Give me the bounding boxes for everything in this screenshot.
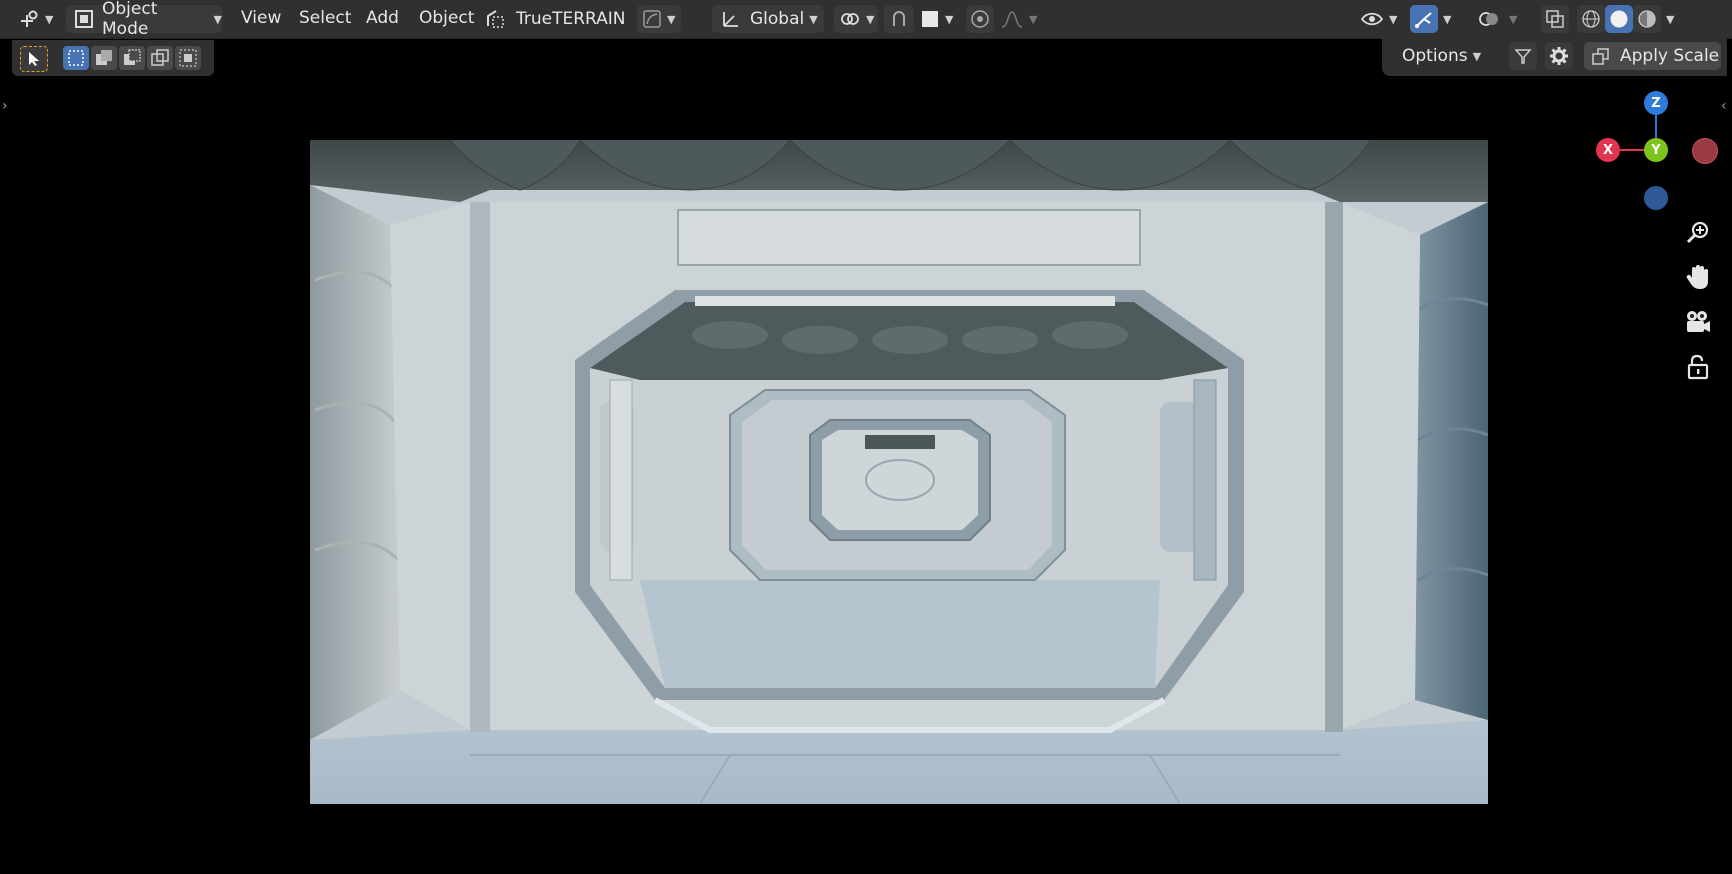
lock-icon [1686,354,1710,380]
trueterrain-menu[interactable]: TrueTERRAIN [480,5,630,33]
apply-scale-button[interactable]: Apply Scale [1584,42,1721,70]
hand-icon [1685,263,1711,291]
transform-orientation-dropdown[interactable]: Global ▼ [712,5,824,33]
gizmos-toggle[interactable] [1410,5,1438,33]
gizmo-neg-x-axis[interactable] [1692,138,1718,164]
apply-scale-label: Apply Scale [1620,46,1720,66]
falloff-dropdown[interactable]: ▼ [998,5,1040,33]
settings-button[interactable] [1545,42,1573,70]
addon-label: TrueTERRAIN [516,9,626,29]
menu-add[interactable]: Add [366,8,399,28]
falloff-icon [1000,9,1024,29]
gizmo-z-axis[interactable]: Z [1644,91,1668,115]
pan-button[interactable] [1680,259,1716,295]
curve-icon [642,9,662,29]
gizmo-y-axis[interactable]: Y [1644,138,1668,162]
object-mode-icon [74,9,94,29]
chevron-down-icon: ▼ [866,12,875,26]
terrain-icon [484,8,506,30]
wireframe-shading-icon [1581,9,1601,29]
mode-dropdown[interactable]: Object Mode ▼ [66,0,222,39]
select-extend-icon [95,49,113,67]
camera-view-render[interactable] [310,140,1488,804]
camera-view-button[interactable] [1680,304,1716,340]
options-label: Options [1402,46,1468,66]
chevron-down-icon: ▼ [1509,12,1518,26]
zoom-button[interactable] [1680,214,1716,250]
material-shading-button[interactable] [1633,5,1661,33]
shading-dropdown[interactable]: ▼ [1663,5,1685,33]
select-extend-button[interactable] [91,46,117,70]
select-subtract-button[interactable] [119,46,145,70]
snap-icon [889,9,909,29]
snap-toggle[interactable] [884,5,914,33]
gizmo-x-label: X [1602,142,1614,158]
material-shading-icon [1637,9,1657,29]
orientation-icon [720,9,740,29]
xray-toggle[interactable] [1541,5,1569,33]
select-invert-button[interactable] [147,46,173,70]
corridor-scene [310,140,1488,804]
chevron-down-icon: ▼ [1666,12,1675,26]
chevron-down-icon: ▼ [45,12,54,26]
editor-type-button[interactable]: ▼ [14,5,56,33]
select-new-button[interactable] [63,46,89,70]
filter-icon [1514,47,1532,65]
gizmo-z-label: Z [1651,95,1661,111]
menu-object[interactable]: Object [419,8,474,28]
chevron-down-icon: ▼ [809,12,818,26]
options-dropdown[interactable]: Options ▼ [1394,42,1486,70]
wireframe-shading-button[interactable] [1577,5,1605,33]
gear-icon [1549,46,1569,66]
select-tool-button[interactable] [20,46,48,72]
chevron-down-icon: ▼ [1389,12,1398,26]
chevron-down-icon: ▼ [667,12,676,26]
camera-icon [1684,309,1712,335]
cursor-arrow-icon [27,51,41,67]
eye-icon [1360,9,1384,29]
pivot-icon [839,9,861,29]
zoom-icon [1685,219,1711,245]
menu-view[interactable]: View [241,8,281,28]
gizmo-toggle-icon [1414,9,1434,29]
select-intersect-button[interactable] [175,46,201,70]
orientation-label: Global [750,9,805,29]
overlays-icon [1478,8,1500,30]
gizmo-y-label: Y [1651,142,1661,158]
addon-dropdown[interactable]: ▼ [637,5,681,33]
solid-shading-icon [1609,9,1629,29]
chevron-down-icon: ▼ [1472,49,1482,63]
chevron-down-icon: ▼ [1443,12,1452,26]
viewport-header: ▼ Object Mode ▼ View Select Add Object T… [0,0,1732,39]
select-invert-icon [151,49,169,67]
lock-camera-button[interactable] [1680,349,1716,385]
gizmo-x-axis[interactable]: X [1596,138,1620,162]
menu-select[interactable]: Select [299,8,351,28]
select-intersect-icon [179,49,197,67]
gizmo-neg-z-axis[interactable] [1644,186,1668,210]
proportional-edit-icon [970,9,990,29]
chevron-down-icon: ▼ [1029,12,1038,26]
xray-icon [1545,9,1565,29]
chevron-down-icon: ▼ [213,12,222,26]
proportional-edit-toggle[interactable] [966,5,994,33]
select-new-icon [67,49,85,67]
apply-scale-icon [1592,47,1610,65]
filter-button[interactable] [1509,42,1537,70]
mode-label: Object Mode [102,0,158,39]
pivot-dropdown[interactable]: ▼ [834,5,878,33]
select-subtract-icon [123,49,141,67]
sidebar-expand-icon[interactable]: ‹ [1721,98,1727,114]
toolbar-expand-icon[interactable]: › [2,98,8,114]
solid-shading-button[interactable] [1605,5,1633,33]
chevron-down-icon: ▼ [945,12,954,26]
gizmos-dropdown[interactable]: ▼ [1440,5,1462,33]
overlays-toggle[interactable] [1474,5,1504,33]
visibility-dropdown[interactable]: ▼ [1358,5,1402,33]
editor-type-icon [18,9,40,29]
snap-target-icon [920,9,940,29]
snap-target-dropdown[interactable]: ▼ [916,5,962,33]
overlays-dropdown[interactable]: ▼ [1506,5,1528,33]
